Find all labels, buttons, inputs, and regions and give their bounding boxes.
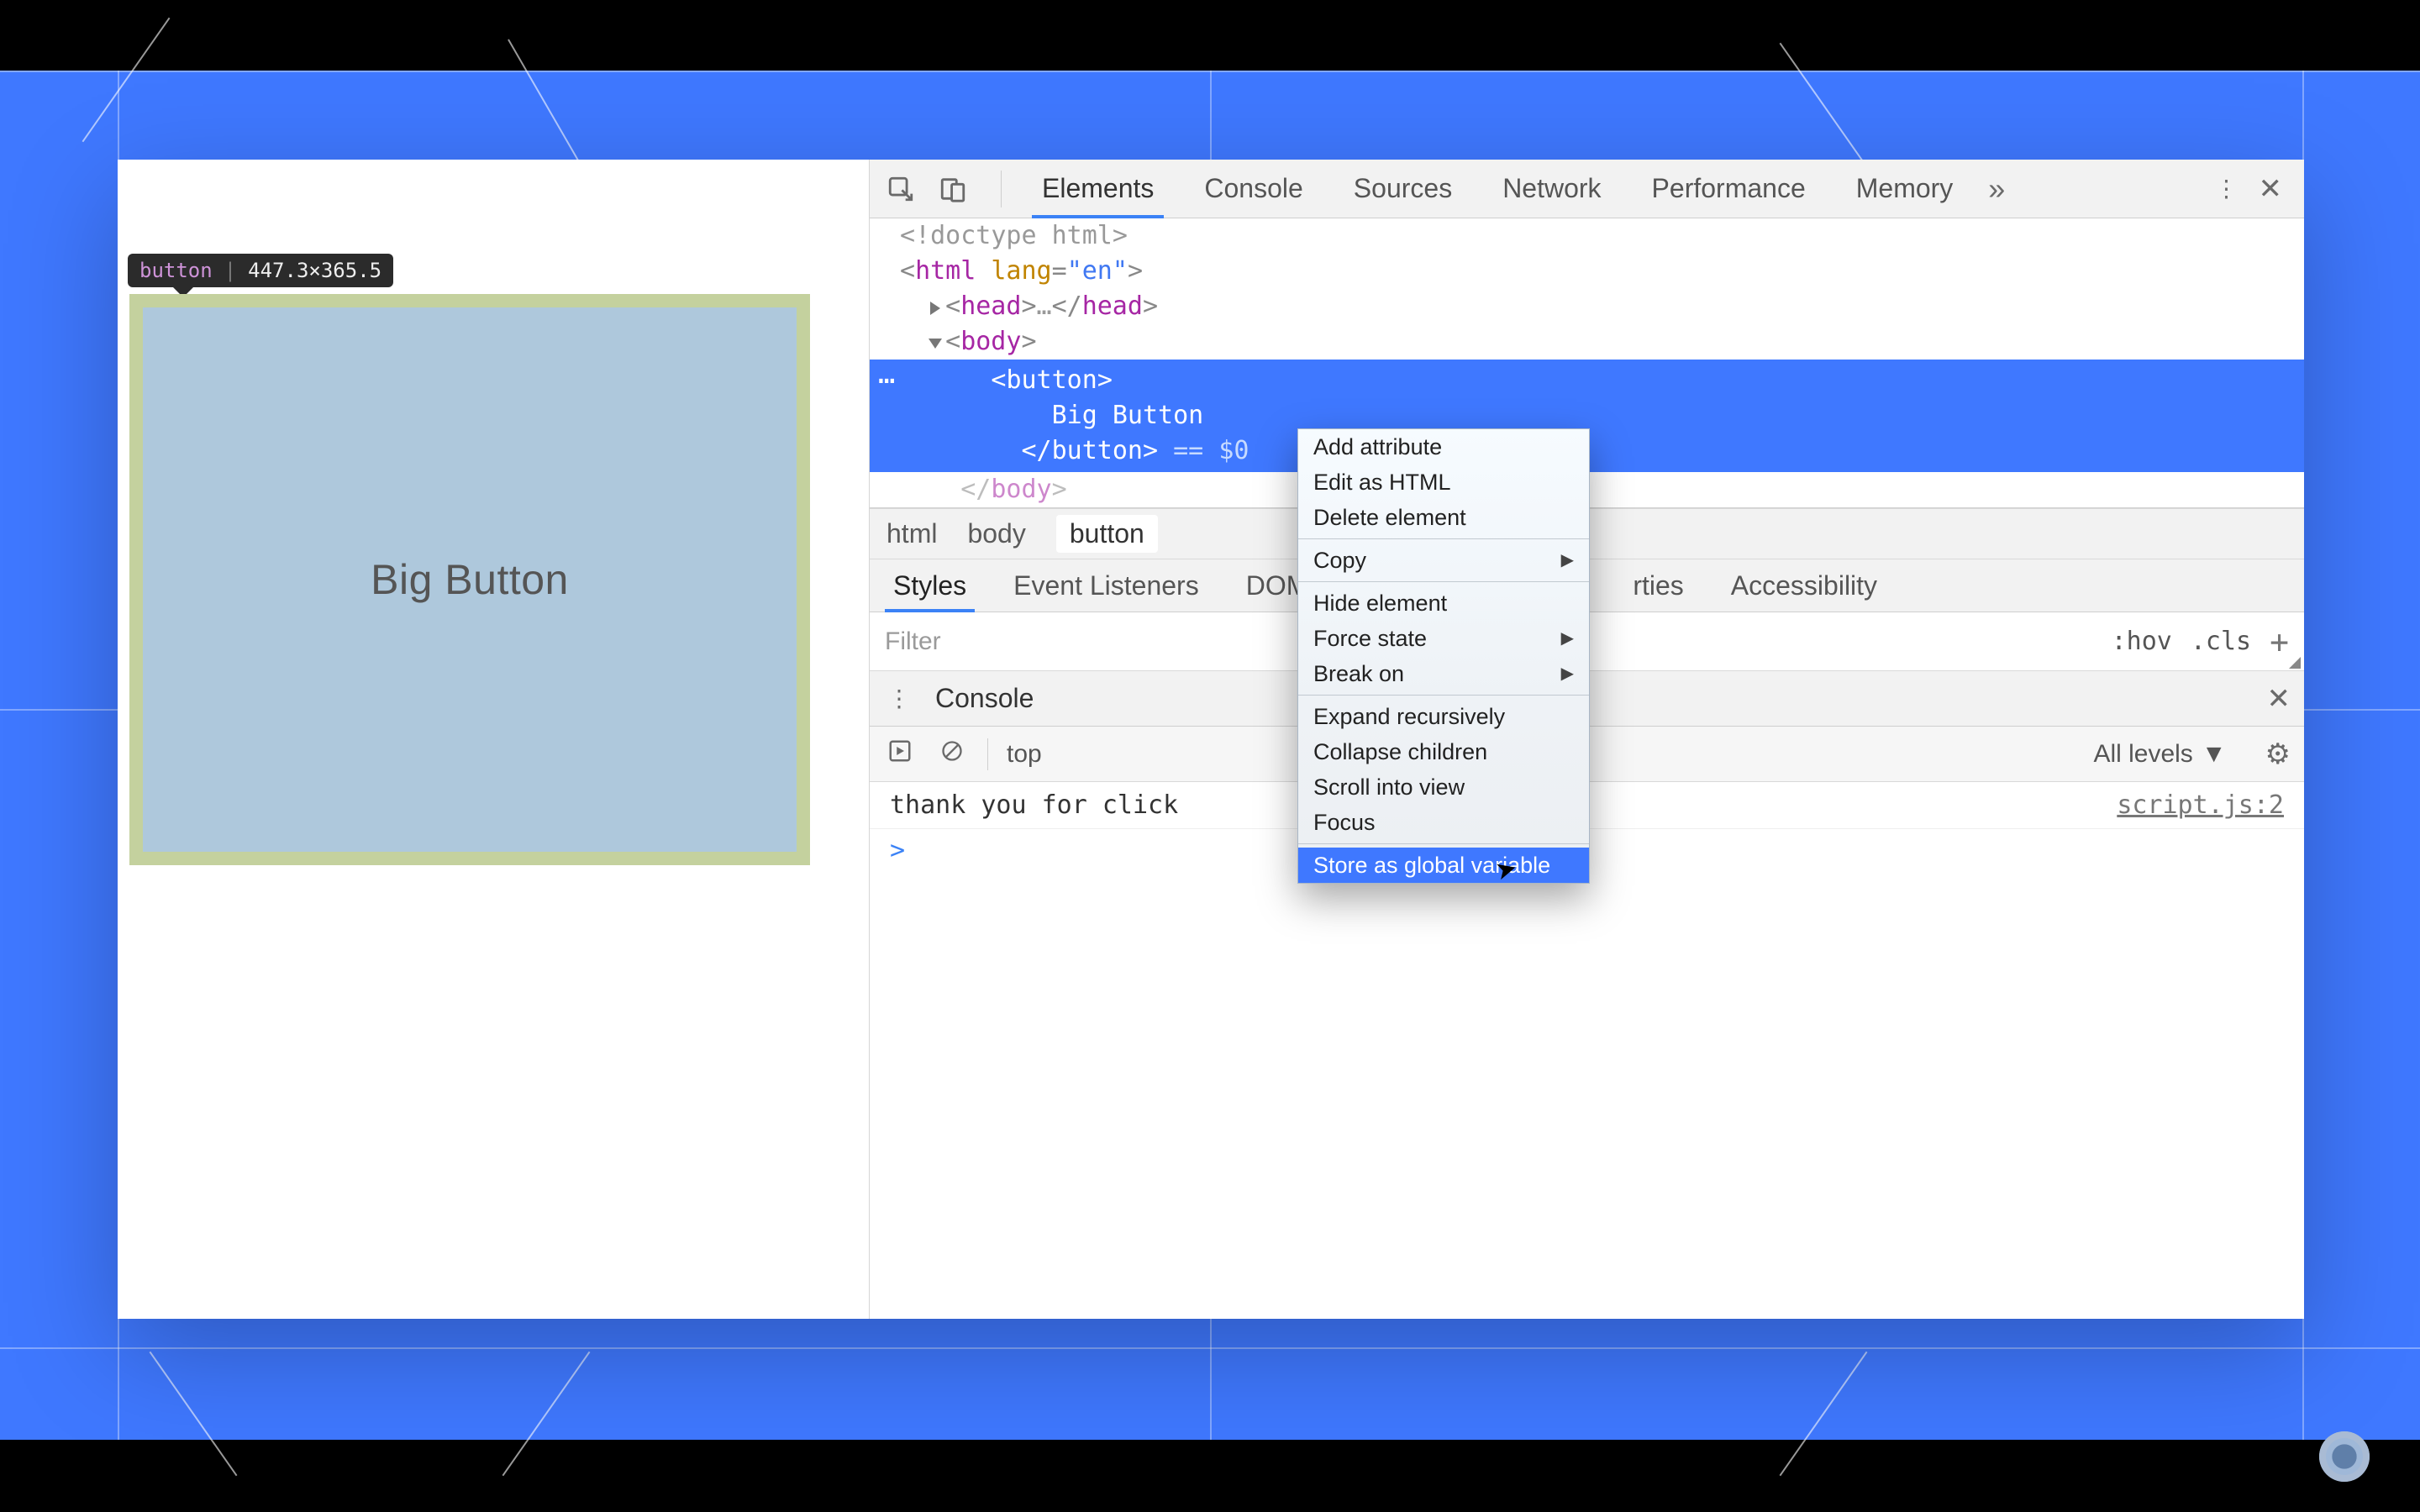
- toolbar-divider: [1001, 171, 1002, 207]
- context-menu-label: Edit as HTML: [1313, 468, 1451, 496]
- context-menu-label: Force state: [1313, 624, 1427, 653]
- console-menu-icon[interactable]: ⋮: [883, 685, 915, 712]
- context-menu-item[interactable]: Scroll into view: [1298, 769, 1589, 805]
- expand-arrow-icon[interactable]: [930, 302, 940, 315]
- context-menu-label: Add attribute: [1313, 433, 1442, 461]
- cls-toggle[interactable]: .cls: [2191, 627, 2251, 656]
- console-log-source-link[interactable]: script.js:2: [2117, 790, 2284, 820]
- context-menu-item[interactable]: Collapse children: [1298, 734, 1589, 769]
- subtab-accessibility[interactable]: Accessibility: [1707, 559, 1901, 612]
- log-level-selector[interactable]: All levels▼: [2093, 740, 2226, 769]
- context-menu-separator: [1298, 538, 1589, 539]
- context-menu-item[interactable]: Store as global variable: [1298, 848, 1589, 883]
- element-inspect-tooltip: button | 447.3×365.5: [128, 254, 393, 287]
- kebab-menu-icon[interactable]: ⋮: [2215, 175, 2238, 202]
- dom-line[interactable]: <body>: [870, 324, 2304, 360]
- context-menu-label: Expand recursively: [1313, 702, 1505, 731]
- dom-line[interactable]: <!doctype html>: [870, 218, 2304, 254]
- context-menu-item[interactable]: Focus: [1298, 805, 1589, 840]
- new-style-rule-icon[interactable]: +: [2270, 623, 2289, 660]
- close-devtools-icon[interactable]: ✕: [2259, 172, 2283, 206]
- subtab-event-listeners[interactable]: Event Listeners: [990, 559, 1223, 612]
- elements-context-menu[interactable]: Add attribute Edit as HTML Delete element C…: [1297, 428, 1590, 884]
- context-menu-item[interactable]: Edit as HTML: [1298, 465, 1589, 500]
- tab-sources[interactable]: Sources: [1328, 160, 1477, 218]
- context-menu-label: Scroll into view: [1313, 773, 1465, 801]
- dom-line[interactable]: <html lang="en">: [870, 254, 2304, 289]
- tab-memory[interactable]: Memory: [1831, 160, 1979, 218]
- resize-corner-icon[interactable]: [2289, 657, 2301, 669]
- rendered-page-pane: button | 447.3×365.5 Big Button: [118, 160, 869, 1319]
- context-menu-label: Break on: [1313, 659, 1404, 688]
- selection-handle-icon[interactable]: ⋯: [878, 363, 897, 398]
- execute-icon[interactable]: [883, 738, 917, 770]
- breadcrumb-html[interactable]: html: [886, 518, 937, 549]
- tooltip-separator: |: [224, 259, 236, 282]
- chrome-logo-icon: [2319, 1431, 2370, 1482]
- clear-console-icon[interactable]: [935, 739, 969, 769]
- tab-elements[interactable]: Elements: [1017, 160, 1179, 218]
- submenu-arrow-icon: ▶: [1561, 546, 1574, 575]
- context-menu-item[interactable]: Expand recursively: [1298, 699, 1589, 734]
- context-menu-item[interactable]: Break on ▶: [1298, 656, 1589, 691]
- context-menu-item[interactable]: Add attribute: [1298, 429, 1589, 465]
- dom-line[interactable]: <head>…</head>: [870, 289, 2304, 324]
- breadcrumb-body[interactable]: body: [967, 518, 1025, 549]
- browser-devtools-window: button | 447.3×365.5 Big Button Elements…: [118, 160, 2304, 1319]
- submenu-arrow-icon: ▶: [1561, 659, 1574, 688]
- context-menu-separator: [1298, 581, 1589, 582]
- console-title: Console: [935, 683, 1034, 714]
- tooltip-dimensions: 447.3×365.5: [248, 259, 381, 282]
- console-settings-icon[interactable]: ⚙: [2265, 738, 2291, 771]
- tab-performance[interactable]: Performance: [1627, 160, 1831, 218]
- inspect-element-icon[interactable]: [881, 170, 920, 208]
- collapse-arrow-icon[interactable]: [929, 339, 942, 349]
- devtools-toolbar: Elements Console Sources Network Perform…: [870, 160, 2304, 218]
- context-menu-item[interactable]: Copy ▶: [1298, 543, 1589, 578]
- subtab-styles[interactable]: Styles: [870, 559, 990, 612]
- device-toggle-icon[interactable]: [934, 170, 972, 208]
- submenu-arrow-icon: ▶: [1561, 624, 1574, 653]
- tooltip-tag: button: [139, 259, 213, 282]
- context-menu-label: Collapse children: [1313, 738, 1487, 766]
- close-console-icon[interactable]: ✕: [2267, 682, 2291, 716]
- context-menu-label: Delete element: [1313, 503, 1466, 532]
- console-log-text: thank you for click: [890, 790, 1178, 820]
- more-tabs-icon[interactable]: »: [1988, 171, 2005, 207]
- subtab-properties-partial[interactable]: rties: [1609, 559, 1707, 612]
- context-menu-label: Hide element: [1313, 589, 1447, 617]
- context-menu-item[interactable]: Hide element: [1298, 585, 1589, 621]
- dropdown-arrow-icon: ▼: [2202, 740, 2227, 769]
- context-menu-item[interactable]: Force state ▶: [1298, 621, 1589, 656]
- context-menu-label: Copy: [1313, 546, 1366, 575]
- context-menu-separator: [1298, 843, 1589, 844]
- tab-console[interactable]: Console: [1179, 160, 1328, 218]
- styles-filter-input[interactable]: Filter: [885, 627, 941, 656]
- tab-network[interactable]: Network: [1477, 160, 1626, 218]
- execution-context-selector[interactable]: top: [1007, 740, 1042, 769]
- big-button-label: Big Button: [371, 555, 569, 604]
- breadcrumb-button[interactable]: button: [1056, 515, 1158, 553]
- context-menu-item[interactable]: Delete element: [1298, 500, 1589, 535]
- context-menu-label: Focus: [1313, 808, 1376, 837]
- hov-toggle[interactable]: :hov: [2112, 627, 2172, 656]
- big-button[interactable]: Big Button: [129, 294, 810, 865]
- context-menu-separator: [1298, 695, 1589, 696]
